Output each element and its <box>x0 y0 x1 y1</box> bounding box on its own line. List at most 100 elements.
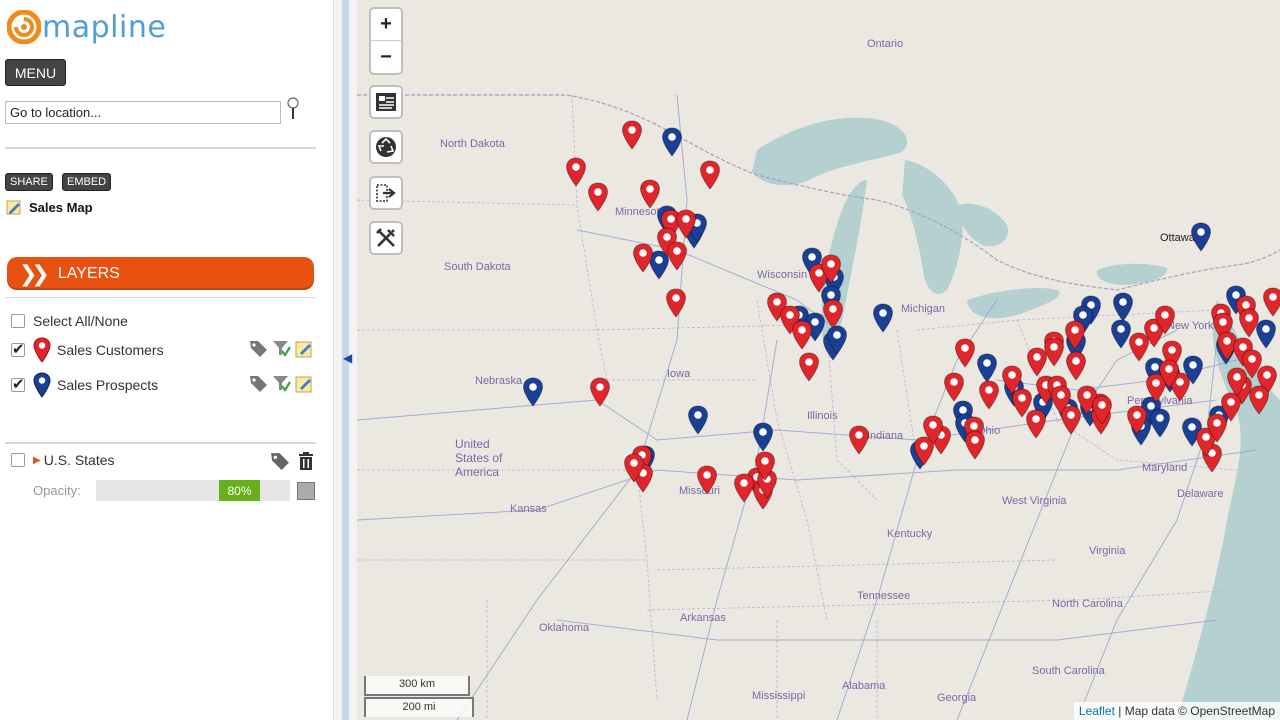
customer-marker[interactable] <box>754 451 776 481</box>
mapline-logo[interactable]: mapline <box>7 9 167 45</box>
customer-marker[interactable] <box>733 473 755 503</box>
tools-icon <box>376 228 395 247</box>
zoom-control: + − <box>369 7 403 75</box>
prospect-marker[interactable] <box>1112 292 1134 322</box>
layer-row-sales-customers[interactable]: Sales Customers <box>11 337 164 363</box>
embed-button[interactable]: EMBED <box>62 173 112 191</box>
customer-marker[interactable] <box>1091 395 1113 425</box>
prospect-marker[interactable] <box>1149 408 1171 438</box>
customer-marker[interactable] <box>1126 405 1148 435</box>
customer-marker[interactable] <box>1060 405 1082 435</box>
zoom-out-button[interactable]: − <box>371 41 401 73</box>
customer-marker[interactable] <box>699 160 721 190</box>
leaflet-link[interactable]: Leaflet <box>1079 704 1115 718</box>
customer-marker[interactable] <box>589 377 611 407</box>
map-tool-button-tools[interactable] <box>369 221 403 255</box>
collapse-panel-icon[interactable]: ◀ <box>343 351 352 365</box>
filter-icon[interactable] <box>272 374 291 393</box>
map-label-kentucky: Kentucky <box>887 528 933 540</box>
prospect-marker[interactable] <box>522 377 544 407</box>
customer-marker[interactable] <box>1262 287 1280 317</box>
customer-marker[interactable] <box>1025 409 1047 439</box>
opacity-slider[interactable] <box>96 480 290 501</box>
layers-header[interactable]: ❯❯ LAYERS <box>7 257 314 290</box>
sales-customers-checkbox[interactable] <box>11 340 25 358</box>
share-button[interactable]: SHARE <box>5 173 53 191</box>
map-label-nebraska: Nebraska <box>475 375 523 387</box>
customer-marker[interactable] <box>621 120 643 150</box>
customer-marker[interactable] <box>848 425 870 455</box>
customer-marker[interactable] <box>922 415 944 445</box>
customer-marker[interactable] <box>623 453 645 483</box>
tag-icon[interactable] <box>249 339 268 358</box>
map-label-west-virginia: West Virginia <box>1002 495 1067 507</box>
filter-icon[interactable] <box>272 339 291 358</box>
map-tool-button-route[interactable] <box>369 176 403 210</box>
select-all-checkbox[interactable] <box>11 314 25 328</box>
select-all-row[interactable]: Select All/None <box>11 313 128 329</box>
customer-marker[interactable] <box>1206 413 1228 443</box>
trash-icon[interactable] <box>297 451 315 471</box>
edit-icon[interactable] <box>6 199 22 215</box>
customer-marker[interactable] <box>587 182 609 212</box>
customer-marker[interactable] <box>1226 367 1248 397</box>
opacity-color-swatch[interactable] <box>297 482 315 500</box>
customer-marker[interactable] <box>820 254 842 284</box>
customer-marker[interactable] <box>696 465 718 495</box>
recycle-icon <box>376 137 396 157</box>
customer-marker[interactable] <box>822 299 844 329</box>
customer-marker[interactable] <box>791 320 813 350</box>
customer-marker[interactable] <box>943 372 965 402</box>
customer-marker[interactable] <box>798 352 820 382</box>
customer-marker[interactable] <box>1154 305 1176 335</box>
layer-row-us-states[interactable]: ▶ U.S. States <box>11 452 115 468</box>
us-states-checkbox[interactable] <box>11 453 25 467</box>
prospect-marker[interactable] <box>826 325 848 355</box>
edit-icon[interactable] <box>295 339 314 358</box>
us-states-label: U.S. States <box>43 452 115 468</box>
customer-marker[interactable] <box>1158 359 1180 389</box>
layer-row-sales-prospects[interactable]: Sales Prospects <box>11 372 158 398</box>
divider-line <box>5 147 316 149</box>
sales-prospects-checkbox[interactable] <box>11 375 25 393</box>
prospect-marker[interactable] <box>976 353 998 383</box>
panel-divider[interactable]: ◀ <box>333 0 357 720</box>
customer-marker[interactable] <box>675 209 697 239</box>
prospect-marker[interactable] <box>1190 222 1212 252</box>
attribution-text: | Map data © OpenStreetMap <box>1118 704 1275 718</box>
map-title[interactable]: Sales Map <box>6 199 93 215</box>
prospect-marker[interactable] <box>752 422 774 452</box>
customer-marker[interactable] <box>1064 320 1086 350</box>
map-label-kansas: Kansas <box>510 503 547 515</box>
prospect-marker[interactable] <box>872 303 894 333</box>
edit-icon[interactable] <box>295 374 314 393</box>
customer-marker[interactable] <box>639 179 661 209</box>
brand-name: mapline <box>42 9 167 45</box>
customer-marker[interactable] <box>1248 385 1270 415</box>
map-canvas[interactable]: Ontario North Dakota Minnesota South Dak… <box>357 0 1280 720</box>
customer-marker[interactable] <box>1238 308 1260 338</box>
map-tool-button-recycle[interactable] <box>369 130 403 164</box>
customer-marker[interactable] <box>964 430 986 460</box>
tag-icon[interactable] <box>270 451 290 471</box>
map-label-north-dakota: North Dakota <box>440 138 505 150</box>
customer-marker[interactable] <box>632 243 654 273</box>
customer-marker[interactable] <box>666 241 688 271</box>
locate-pin-icon[interactable] <box>286 97 300 121</box>
customer-marker[interactable] <box>1065 351 1087 381</box>
customer-marker[interactable] <box>1043 337 1065 367</box>
prospect-marker[interactable] <box>661 127 683 157</box>
customer-marker[interactable] <box>665 288 687 318</box>
prospect-marker[interactable] <box>687 405 709 435</box>
map-attribution: Leaflet | Map data © OpenStreetMap <box>1073 702 1280 720</box>
zoom-in-button[interactable]: + <box>371 9 401 41</box>
map-tool-button-layers[interactable] <box>369 85 403 119</box>
tag-icon[interactable] <box>249 374 268 393</box>
customer-marker[interactable] <box>565 157 587 187</box>
expand-arrow-icon[interactable]: ▶ <box>33 455 41 466</box>
go-to-location-input[interactable] <box>5 101 281 124</box>
menu-button[interactable]: MENU <box>5 59 66 86</box>
opacity-value[interactable]: 80% <box>219 480 260 501</box>
customer-marker[interactable] <box>954 338 976 368</box>
customer-marker[interactable] <box>978 380 1000 410</box>
